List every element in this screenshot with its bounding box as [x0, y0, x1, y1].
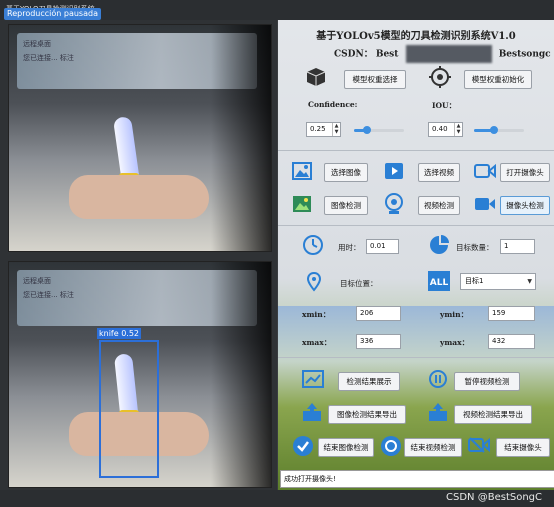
iou-label: IOU：: [432, 101, 457, 110]
csdn-row: CSDN： Best Bestsongc: [334, 45, 551, 63]
xmin-value: 206: [356, 306, 401, 321]
original-view: 远程桌面 您已连接... 标注: [8, 24, 272, 252]
export-image-button[interactable]: 图像检测结果导出: [328, 405, 406, 424]
select-weights-button[interactable]: 模型权重选择: [344, 70, 406, 89]
spin-arrows-icon[interactable]: ▲ ▼: [454, 123, 462, 136]
select-video-button[interactable]: 选择视频: [418, 163, 460, 182]
playback-paused-tag: Reproducción pausada: [4, 8, 101, 20]
slider-handle[interactable]: [362, 126, 371, 134]
image-detect-button[interactable]: 图像检测: [324, 196, 368, 215]
position-label: 目标位置：: [340, 279, 378, 288]
iou-slider[interactable]: [474, 126, 524, 134]
cube-icon: [306, 68, 326, 86]
redacted-block: [405, 45, 492, 63]
camera-off-icon: [468, 437, 490, 453]
result-display-icon: [302, 370, 324, 388]
ymin-label: ymin：: [440, 310, 469, 319]
camera-detect-icon: [475, 198, 495, 210]
select-image-button[interactable]: 选择图像: [324, 163, 368, 182]
count-label: 目标数量：: [456, 243, 494, 252]
title-bar: 基于YOLO刀具检测识别系统 Reproducción pausada: [0, 0, 554, 20]
video-detect-button[interactable]: 视频检测: [418, 196, 460, 215]
xmax-label: xmax：: [302, 338, 332, 347]
image-detect-icon: [293, 196, 311, 212]
target-select[interactable]: 目标1 ▼: [460, 273, 536, 290]
xmax-value: 336: [356, 334, 401, 349]
svg-text:ALL: ALL: [430, 278, 449, 288]
video-icon: [385, 163, 403, 179]
export-video-button[interactable]: 视频检测结果导出: [454, 405, 532, 424]
pause-icon: [429, 370, 447, 388]
app-window: 基于YOLO刀具检测识别系统 Reproducción pausada 远程桌面…: [0, 0, 554, 507]
show-result-button[interactable]: 检测结果展示: [338, 372, 400, 391]
end-video-detect-button[interactable]: 结束视频检测: [404, 438, 462, 457]
iou-spinbox[interactable]: 0.40 ▲ ▼: [428, 122, 463, 137]
control-panel: 基于YOLOv5模型的刀具检测识别系统V1.0 CSDN： Best Bests…: [278, 20, 554, 490]
spin-arrows-icon[interactable]: ▲ ▼: [332, 123, 340, 136]
confidence-slider[interactable]: [354, 126, 404, 134]
time-label: 用时：: [338, 243, 361, 252]
all-targets-icon: ALL: [428, 271, 450, 291]
status-bar: 成功打开摄像头!: [280, 470, 554, 488]
time-value: 0.01: [366, 239, 399, 254]
detection-box: [99, 340, 159, 478]
detection-label: knife 0.52: [97, 328, 142, 339]
ymin-value: 159: [488, 306, 535, 321]
chevron-down-icon: ▼: [527, 278, 532, 285]
clock-icon: [303, 235, 323, 255]
location-pin-icon: [306, 272, 322, 292]
hand: [69, 175, 209, 219]
upload-icon: [429, 403, 447, 421]
end-image-detect-button[interactable]: 结束图像检测: [318, 438, 374, 457]
open-camera-button[interactable]: 打开摄像头: [500, 163, 550, 182]
app-title: 基于YOLOv5模型的刀具检测识别系统V1.0: [316, 31, 516, 42]
camera-detect-button[interactable]: 摄像头检测: [500, 196, 550, 215]
pie-chart-icon: [430, 235, 449, 254]
ymax-label: ymax：: [440, 338, 470, 347]
watermark: CSDN @BestSongC: [446, 492, 542, 503]
target-icon: [429, 66, 451, 88]
check-circle-icon: [293, 436, 313, 456]
count-value: 1: [500, 239, 535, 254]
end-camera-button[interactable]: 结束摄像头: [496, 438, 550, 457]
detection-view: 远程桌面 您已连接... 标注 knife 0.52: [8, 261, 272, 488]
webcam-icon: [385, 193, 403, 214]
xmin-label: xmin：: [302, 310, 331, 319]
stop-video-icon: [381, 436, 401, 456]
pause-video-button[interactable]: 暂停视频检测: [454, 372, 520, 391]
image-icon: [292, 162, 312, 180]
camera-icon: [474, 163, 496, 179]
confidence-spinbox[interactable]: 0.25 ▲ ▼: [306, 122, 341, 137]
upload-icon: [303, 403, 321, 421]
confidence-label: Confidence:: [308, 100, 358, 109]
ymax-value: 432: [488, 334, 535, 349]
left-panel: 远程桌面 您已连接... 标注 远程桌面 您已连接... 标注 knife 0.…: [0, 20, 277, 490]
init-weights-button[interactable]: 模型权重初始化: [464, 70, 532, 89]
slider-handle[interactable]: [490, 126, 498, 134]
